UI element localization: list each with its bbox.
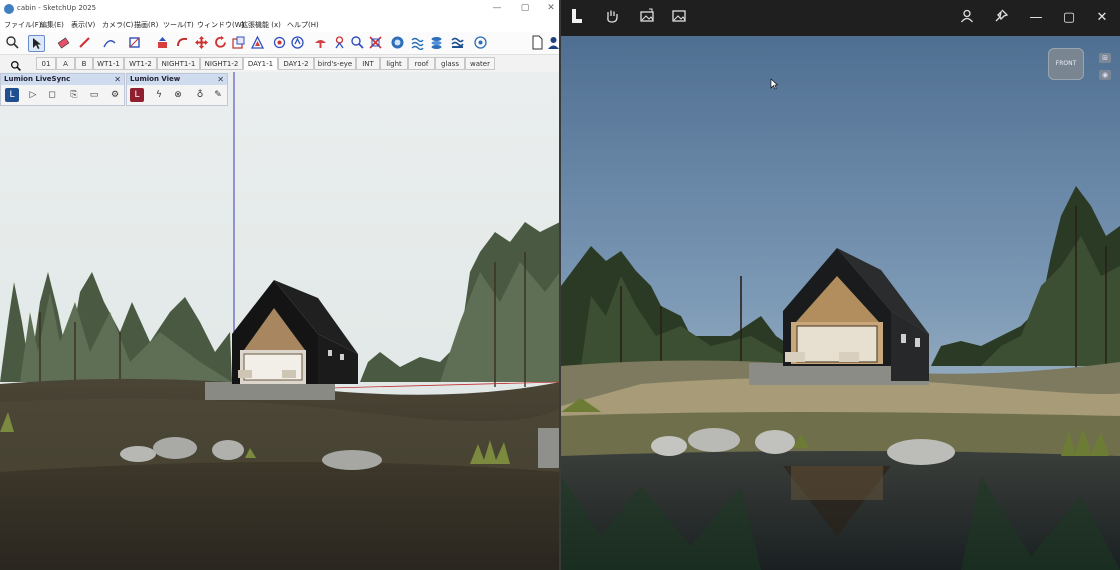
pencil-icon[interactable] xyxy=(77,35,92,50)
orbit-icon[interactable] xyxy=(272,35,287,50)
move-icon[interactable] xyxy=(194,35,209,50)
follow-me-icon[interactable] xyxy=(175,35,190,50)
zoom-icon[interactable] xyxy=(350,35,365,50)
settings-icon[interactable]: ⚙ xyxy=(108,88,122,102)
livesync-close-icon[interactable]: ✕ xyxy=(114,74,121,85)
minimize-button[interactable]: — xyxy=(1026,8,1046,28)
tab-day1-2[interactable]: DAY1-2 xyxy=(278,57,314,70)
image-icon[interactable] xyxy=(669,8,689,28)
lumion-livesync-panel: Lumion LiveSync ✕ L ▷ ◻ ⎘ ▭ ⚙ xyxy=(0,73,125,106)
position-camera-icon[interactable] xyxy=(332,35,347,50)
sketchup-title-bar: cabin - SketchUp 2025 — ▢ ✕ xyxy=(0,0,560,18)
tab-night1-1[interactable]: NIGHT1-1 xyxy=(157,57,200,70)
menu-view[interactable]: 表示(V) xyxy=(71,20,95,30)
menu-window[interactable]: ウィンドウ(W) xyxy=(197,20,244,30)
tab-light[interactable]: light xyxy=(380,57,408,70)
lumion-render-viewport[interactable] xyxy=(561,36,1120,570)
eraser-icon[interactable] xyxy=(56,35,71,50)
lumion-view-panel: Lumion View ✕ L ϟ ⊗ ♁ ✎ xyxy=(126,73,228,106)
record-camera-icon[interactable]: ⎘ xyxy=(67,88,81,102)
lumion-window: — ▢ ✕ FRONT ⊞ ◉ xyxy=(561,0,1120,570)
image-export-icon[interactable] xyxy=(637,8,657,28)
camera-mode-icon[interactable]: ⊞ xyxy=(1099,53,1111,63)
tab-wt1-2[interactable]: WT1-2 xyxy=(124,57,157,70)
rectangle-tool-icon[interactable] xyxy=(127,35,142,50)
line-tool-icon[interactable] xyxy=(102,35,117,50)
minimize-button[interactable]: — xyxy=(490,3,504,13)
menu-extensions[interactable]: 拡張機能 (x) xyxy=(241,20,281,30)
eye-icon[interactable]: ◉ xyxy=(1099,70,1111,80)
close-button[interactable]: ✕ xyxy=(544,3,558,13)
sketchup-window: cabin - SketchUp 2025 — ▢ ✕ ファイル(F) 編集(E… xyxy=(0,0,560,570)
stop-icon[interactable]: ◻ xyxy=(45,88,59,102)
mouse-cursor-icon xyxy=(770,78,778,90)
select-tool-icon[interactable] xyxy=(28,35,45,52)
livesync-panel-title: Lumion LiveSync xyxy=(1,74,124,85)
maximize-button[interactable]: ▢ xyxy=(518,3,532,13)
tab-wt1-1[interactable]: WT1-1 xyxy=(93,57,124,70)
offset-icon[interactable] xyxy=(250,35,265,50)
lumion-toolbar: — ▢ ✕ xyxy=(561,0,1120,36)
zoom-extents-icon[interactable] xyxy=(368,35,383,50)
tab-01[interactable]: 01 xyxy=(36,57,56,70)
tab-night1-2[interactable]: NIGHT1-2 xyxy=(200,57,243,70)
tab-b[interactable]: B xyxy=(75,57,93,70)
tab-int[interactable]: INT xyxy=(356,57,380,70)
bulb-icon[interactable]: ♁ xyxy=(193,88,207,102)
lumion-wave-icon[interactable] xyxy=(410,35,425,50)
scene-tabs: 01 A B WT1-1 WT1-2 NIGHT1-1 NIGHT1-2 DAY… xyxy=(0,55,560,73)
lumion-export-icon[interactable] xyxy=(450,35,465,50)
rotate-icon[interactable] xyxy=(213,35,228,50)
user-icon[interactable] xyxy=(957,8,977,28)
tab-water[interactable]: water xyxy=(465,57,495,70)
play-icon[interactable]: ▷ xyxy=(26,88,40,102)
maximize-button[interactable]: ▢ xyxy=(1059,8,1079,28)
main-toolbar xyxy=(0,32,560,55)
scale-icon[interactable] xyxy=(231,35,246,50)
user-settings-icon[interactable] xyxy=(473,35,488,50)
tab-day1-1[interactable]: DAY1-1 xyxy=(243,57,278,70)
menu-draw[interactable]: 描画(R) xyxy=(134,20,158,30)
menu-file[interactable]: ファイル(F) xyxy=(4,20,42,30)
view-panel-title: Lumion View xyxy=(127,74,227,85)
sketchup-app-icon xyxy=(4,4,14,14)
menu-bar: ファイル(F) 編集(E) 表示(V) カメラ(C) 描画(R) ツール(T) … xyxy=(0,18,560,32)
view-cube[interactable]: FRONT xyxy=(1048,48,1084,80)
tab-birds-eye[interactable]: bird's-eye xyxy=(314,57,356,70)
sketchup-viewport[interactable] xyxy=(0,72,560,570)
walk-icon[interactable] xyxy=(313,35,328,50)
brush-icon[interactable]: ✎ xyxy=(211,88,225,102)
tab-glass[interactable]: glass xyxy=(435,57,465,70)
close-button[interactable]: ✕ xyxy=(1092,8,1112,28)
lumion-sync-icon[interactable] xyxy=(390,35,405,50)
lightning-icon[interactable]: ϟ xyxy=(152,88,166,102)
search-icon[interactable] xyxy=(5,35,20,50)
lumion-logo-icon[interactable] xyxy=(567,8,587,28)
hand-icon[interactable] xyxy=(602,8,622,28)
pan-icon[interactable] xyxy=(290,35,305,50)
target-icon[interactable]: ⊗ xyxy=(171,88,185,102)
menu-edit[interactable]: 編集(E) xyxy=(40,20,64,30)
pin-icon[interactable] xyxy=(991,8,1011,28)
view-panel-close-icon[interactable]: ✕ xyxy=(217,74,224,85)
lumion-logo-icon[interactable]: L xyxy=(130,88,144,102)
menu-tools[interactable]: ツール(T) xyxy=(163,20,194,30)
lumion-layers-icon[interactable] xyxy=(429,35,444,50)
window-title: cabin - SketchUp 2025 xyxy=(17,4,97,12)
lumion-logo-icon[interactable]: L xyxy=(5,88,19,102)
menu-help[interactable]: ヘルプ(H) xyxy=(287,20,319,30)
push-pull-icon[interactable] xyxy=(155,35,170,50)
new-file-icon[interactable] xyxy=(530,35,545,50)
tab-roof[interactable]: roof xyxy=(408,57,435,70)
menu-camera[interactable]: カメラ(C) xyxy=(102,20,133,30)
video-camera-icon[interactable]: ▭ xyxy=(87,88,101,102)
account-icon[interactable] xyxy=(546,35,560,50)
tab-a[interactable]: A xyxy=(56,57,75,70)
